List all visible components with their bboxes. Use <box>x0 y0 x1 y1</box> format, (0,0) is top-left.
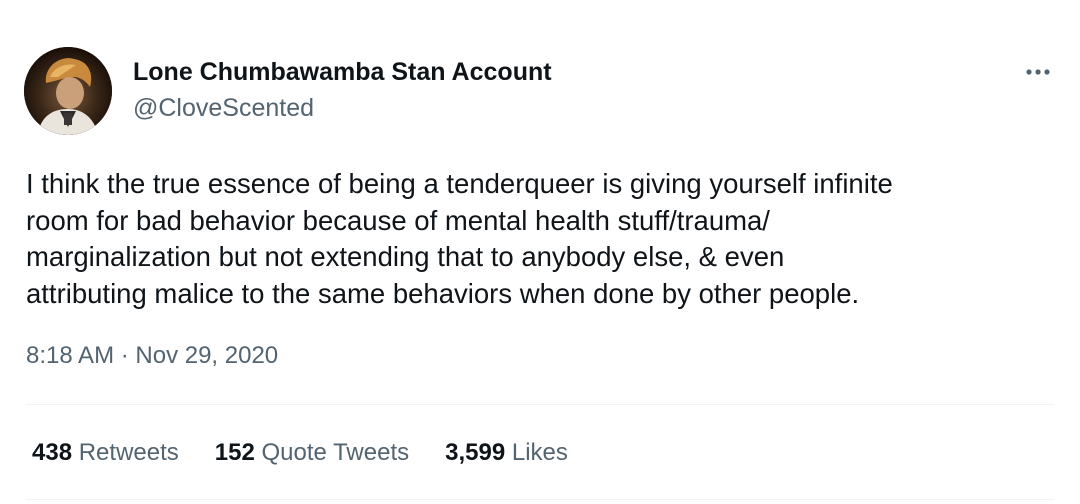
tweet-stats: 438 Retweets 152 Quote Tweets 3,599 Like… <box>32 437 604 469</box>
tweet-text: I think the true essence of being a tend… <box>26 168 893 309</box>
avatar-photo <box>24 47 112 135</box>
retweets-stat[interactable]: 438 Retweets <box>32 437 179 469</box>
tweet-timestamp[interactable]: 8:18 AM · Nov 29, 2020 <box>26 341 278 371</box>
divider <box>26 404 1054 405</box>
author-display-name[interactable]: Lone Chumbawamba Stan Account <box>133 56 552 88</box>
divider <box>26 499 1054 500</box>
retweets-count: 438 <box>32 439 73 466</box>
more-options-button[interactable] <box>1022 60 1054 84</box>
quote-tweets-count: 152 <box>214 439 255 466</box>
author-handle[interactable]: @CloveScented <box>133 92 314 124</box>
likes-count: 3,599 <box>445 439 506 466</box>
quote-tweets-label: Quote Tweets <box>261 439 410 466</box>
likes-label: Likes <box>511 439 568 466</box>
quote-tweets-stat[interactable]: 152 Quote Tweets <box>215 437 409 469</box>
likes-stat[interactable]: 3,599 Likes <box>445 437 568 469</box>
retweets-label: Retweets <box>78 439 179 466</box>
more-horizontal-icon <box>1026 69 1050 75</box>
avatar[interactable] <box>24 47 112 135</box>
tweet-card: Lone Chumbawamba Stan Account @CloveScen… <box>0 0 1080 504</box>
